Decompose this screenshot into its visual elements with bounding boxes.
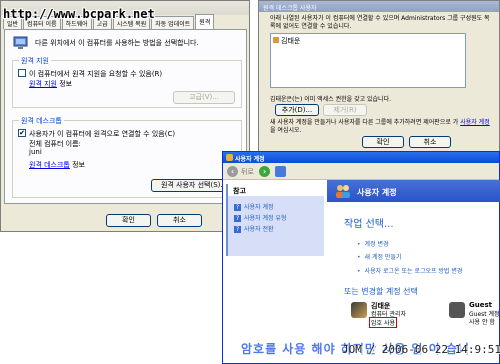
remote-desktop-users-dialog: 원격 데스크톱 사용자 아래 나열된 사용자가 이 컴퓨터에 연결할 수 있으며… <box>258 0 500 155</box>
remote-desktop-checkbox-label: 사용자가 이 컴퓨터에 원격으로 연결할 수 있음(C) <box>29 130 176 138</box>
user-icon <box>273 37 279 43</box>
help-icon: ? <box>234 226 241 233</box>
help-icon: ? <box>234 215 241 222</box>
remote-assistance-group: 원격 지원 이 컴퓨터에서 원격 지원을 요청할 수 있음(R) 원격 지원 정… <box>12 56 242 108</box>
remote-desktop-link-suffix: 정보 <box>72 161 85 169</box>
system-cancel-button[interactable]: 취소 <box>157 214 202 227</box>
tab-automatic-updates[interactable]: 자동 업데이트 <box>151 16 195 29</box>
intro-text: 다른 위치에서 이 컴퓨터를 사용하는 방법을 선택합니다. <box>35 39 199 47</box>
remote-tab-panel: 다른 위치에서 이 컴퓨터를 사용하는 방법을 선택합니다. 원격 지원 이 컴… <box>4 29 247 204</box>
user-accounts-titlebar: 사용자 계정 <box>223 152 499 163</box>
navigation-toolbar: ‹ 뒤로 › <box>223 163 499 180</box>
account-tile[interactable]: Guest Guest 계정 사용 안 함 <box>422 300 500 330</box>
remote-assistance-advanced-button[interactable]: 고급(V)... <box>173 91 235 104</box>
user-accounts-title: 사용자 계정 <box>235 156 265 163</box>
remote-assistance-title: 원격 지원 <box>19 56 51 66</box>
full-computer-name-value: juni <box>29 148 42 156</box>
task-change-logon[interactable]: 사용자 로그온 또는 로그오프 방법 변경 <box>357 266 463 275</box>
task-create-account[interactable]: 새 계정 만들기 <box>357 252 402 261</box>
help-icon: ? <box>234 204 241 211</box>
remote-desktop-users-title: 원격 데스크톱 사용자 <box>259 1 499 12</box>
sidebar-item-user-accounts[interactable]: ? 사용자 계정 <box>234 202 274 211</box>
remote-desktop-link[interactable]: 원격 데스크톱 <box>29 161 70 169</box>
see-also-box: 참고 ? 사용자 계정 ? 사용자 계정 유형 ? 사용자 전환 <box>228 184 324 256</box>
help-text-part-1: 새 사용자 계정을 만들거나 사용자를 다른 그룹에 추가하려면 제어판으로 가 <box>270 119 459 126</box>
system-properties-dialog: 일반 컴퓨터 이름 하드웨어 고급 시스템 복원 자동 업데이트 원격 다른 위… <box>0 0 250 232</box>
user-accounts-window: 사용자 계정 ‹ 뒤로 › 참고 ? 사용자 계정 ? 사용자 계정 유형 ? 사용자… <box>222 151 500 364</box>
account-status: 암호 사용 <box>369 317 397 328</box>
see-also-heading: 참고 <box>228 184 324 196</box>
account-name: Guest <box>469 301 492 309</box>
pick-account-heading: 또는 변경할 계정 선택 <box>344 287 418 296</box>
task-change-account[interactable]: 계정 변경 <box>357 239 389 248</box>
computer-monitor-icon <box>13 36 28 49</box>
user-accounts-header: 사용자 계정 <box>327 180 500 202</box>
remote-users-list[interactable]: 김태운 <box>270 33 466 88</box>
remote-assistance-link[interactable]: 원격 지원 <box>29 80 57 88</box>
remote-users-ok-button[interactable]: 확인 <box>362 136 404 148</box>
help-text: 새 사용자 계정을 만들거나 사용자를 다른 그룹에 추가하려면 제어판으로 가… <box>270 119 492 135</box>
forward-arrow-icon[interactable]: › <box>259 166 270 177</box>
see-also-panel: 참고 ? 사용자 계정 ? 사용자 계정 유형 ? 사용자 전환 <box>226 184 324 256</box>
account-tile[interactable]: 김태운 컴퓨터 관리자 암호 사용 <box>327 300 417 330</box>
sidebar-item-label: 사용자 계정 <box>244 204 274 211</box>
user-list-item[interactable]: 김태운 <box>273 36 300 46</box>
help-text-part-2: 을 여십시오. <box>270 127 302 134</box>
remote-assistance-checkbox-label: 이 컴퓨터에서 원격 지원을 요청할 수 있음(R) <box>29 70 163 78</box>
user-accounts-icon <box>226 154 233 161</box>
sidebar-item-label: 사용자 계정 유형 <box>244 215 287 222</box>
remote-desktop-group: 원격 데스크톱 ✔ 사용자가 이 컴퓨터에 원격으로 연결할 수 있음(C) 전… <box>12 116 242 198</box>
add-user-button[interactable]: 추가(D)... <box>275 104 319 116</box>
remote-assistance-info: 원격 지원 정보 <box>29 79 72 89</box>
access-note: 김태운은(는) 이미 액세스 권한을 갖고 있습니다. <box>270 96 392 103</box>
system-ok-button[interactable]: 확인 <box>106 214 151 227</box>
user-accounts-heading: 사용자 계정 <box>357 188 397 197</box>
back-label[interactable]: 뒤로 <box>241 167 254 177</box>
account-picture <box>351 302 367 318</box>
remove-user-button[interactable]: 제거(R) <box>323 104 367 116</box>
sidebar-item-switch-users[interactable]: ? 사용자 전환 <box>234 224 274 233</box>
remote-assistance-link-suffix: 정보 <box>59 80 73 88</box>
remote-users-description: 아래 나열된 사용자가 이 컴퓨터에 연결할 수 있으며 Administrat… <box>270 15 490 30</box>
guest-briefcase-icon <box>449 302 465 318</box>
user-name: 김태운 <box>281 37 301 45</box>
remote-desktop-title: 원격 데스크톱 <box>19 116 64 126</box>
sidebar-item-label: 사용자 전환 <box>244 226 274 233</box>
user-accounts-link[interactable]: 사용자 계정 <box>460 119 490 126</box>
tab-remote[interactable]: 원격 <box>195 14 215 29</box>
pick-task-heading: 작업 선택... <box>344 219 394 230</box>
site-watermark: http://www.bcpark.net <box>3 7 155 21</box>
user-accounts-main: 사용자 계정 작업 선택... 계정 변경 새 계정 만들기 사용자 로그온 또… <box>327 180 500 364</box>
remote-assistance-checkbox[interactable] <box>18 69 26 77</box>
back-arrow-icon[interactable]: ‹ <box>227 166 238 177</box>
remote-desktop-info: 원격 데스크톱 정보 <box>29 160 85 170</box>
remote-users-cancel-button[interactable]: 취소 <box>409 136 451 148</box>
remote-desktop-checkbox[interactable]: ✔ <box>18 129 26 137</box>
users-icon <box>336 185 350 198</box>
date-watermark: JOM / 2006-06-22 14:9:51 <box>342 343 500 356</box>
account-status: 사용 안 함 <box>469 319 495 326</box>
sidebar-item-account-types[interactable]: ? 사용자 계정 유형 <box>234 213 286 222</box>
home-icon[interactable] <box>275 166 286 177</box>
